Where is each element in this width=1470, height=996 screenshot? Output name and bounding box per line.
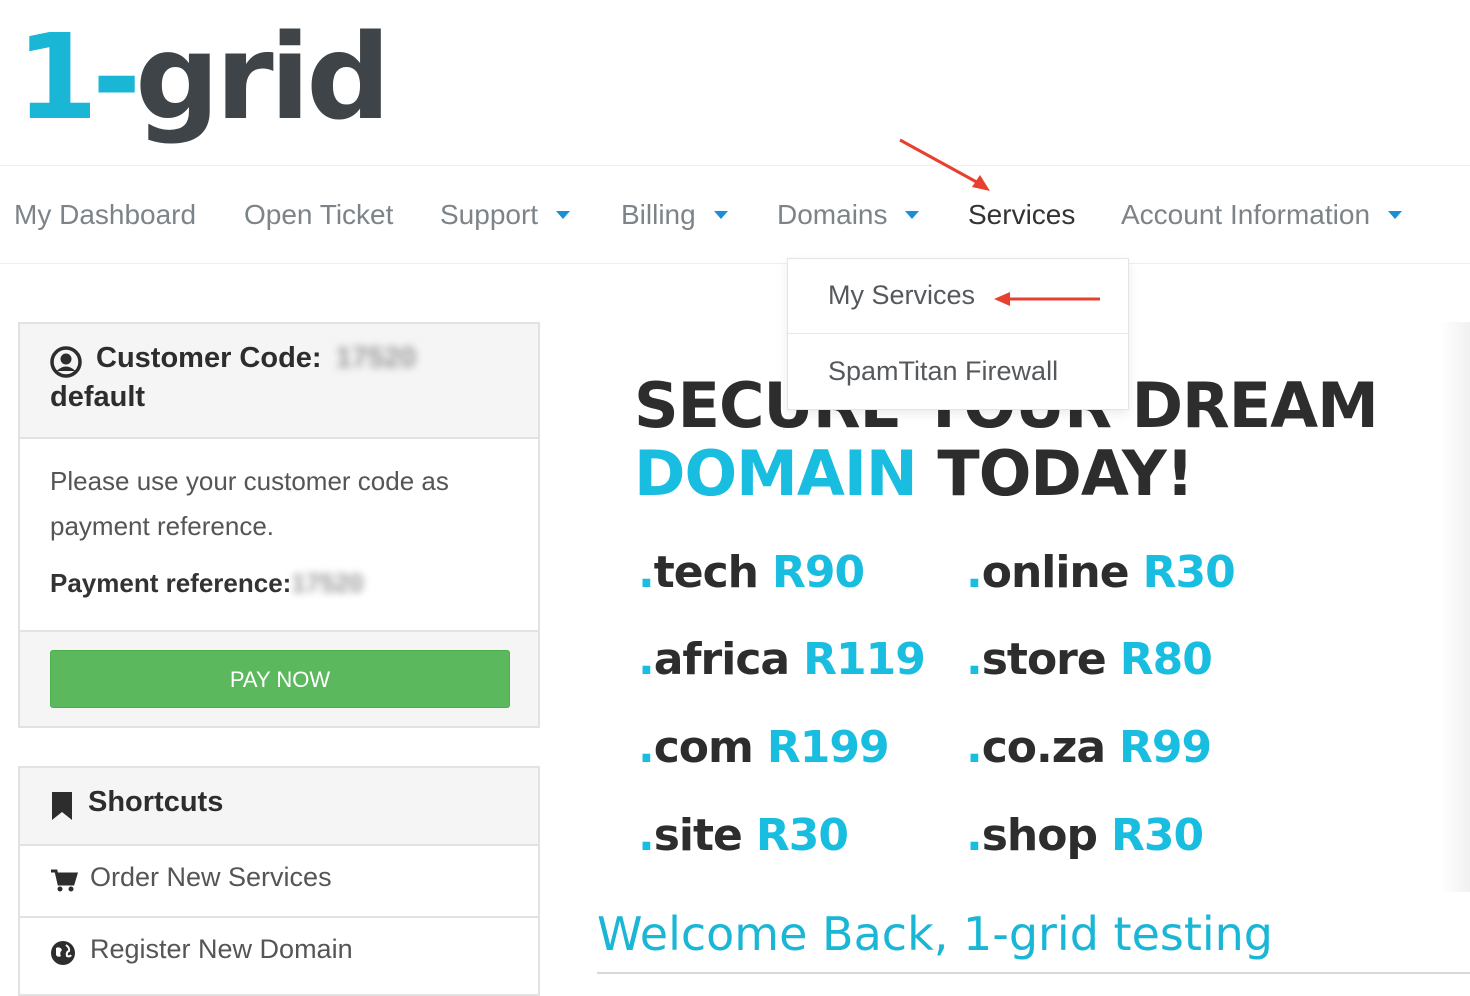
welcome-heading: Welcome Back, 1-grid testing (597, 907, 1274, 961)
user-circle-icon (50, 346, 82, 378)
logo-one: 1- (16, 8, 141, 146)
shortcuts-title: Shortcuts (88, 786, 224, 818)
banner-headline-line2: DOMAIN TODAY! (634, 437, 1194, 510)
price-item: .store R80 (966, 634, 1213, 685)
payment-reference-message: Please use your customer code as payment… (50, 466, 449, 541)
globe-icon (51, 941, 75, 965)
nav-billing[interactable]: Billing (621, 166, 728, 263)
price-item: .shop R30 (966, 810, 1204, 861)
chevron-down-icon (713, 210, 728, 219)
shortcuts-panel: Shortcuts Order New Services Register Ne… (18, 766, 540, 996)
shortcuts-header: Shortcuts (20, 768, 538, 846)
menu-item-spamtitan-firewall[interactable]: SpamTitan Firewall (788, 335, 1128, 409)
annotation-arrow-services (899, 138, 990, 191)
shortcut-register-new-domain[interactable]: Register New Domain (20, 918, 538, 994)
annotation-arrow-my-services (994, 292, 1100, 306)
chevron-down-icon (1388, 210, 1403, 219)
customer-code-title: Customer Code: 17520 (96, 342, 417, 374)
customer-code-header: Customer Code: 17520 default (20, 324, 538, 439)
welcome-underline (597, 972, 1470, 974)
nav-support[interactable]: Support (440, 166, 571, 263)
nav-my-dashboard[interactable]: My Dashboard (14, 166, 196, 263)
chevron-down-icon (556, 210, 571, 219)
customer-code-subtitle: default (50, 381, 146, 413)
customer-code-value: 17520 (335, 342, 417, 374)
cart-icon (51, 869, 78, 892)
price-item: .online R30 (966, 547, 1236, 598)
shortcut-label: Register New Domain (90, 934, 353, 964)
nav-account-information[interactable]: Account Information (1121, 166, 1403, 263)
main-navbar: My Dashboard Open Ticket Support Billing… (0, 165, 1470, 264)
price-item: .com R199 (638, 722, 890, 773)
price-item: .co.za R99 (966, 722, 1212, 773)
chevron-down-icon (905, 210, 920, 219)
price-item: .africa R119 (638, 634, 926, 685)
bookmark-icon (52, 792, 72, 820)
nav-open-ticket[interactable]: Open Ticket (244, 166, 393, 263)
payment-reference-value: 17520 (291, 568, 364, 598)
pay-now-button[interactable]: PAY NOW (50, 650, 510, 708)
services-dropdown-menu: My Services SpamTitan Firewall (787, 258, 1129, 410)
shortcut-order-new-services[interactable]: Order New Services (20, 846, 538, 918)
logo-grid: grid (135, 8, 391, 146)
menu-divider (788, 333, 1128, 334)
shortcut-label: Order New Services (90, 862, 332, 892)
banner-edge (1440, 322, 1470, 892)
brand-logo[interactable]: 1- grid (16, 8, 391, 148)
price-item: .tech R90 (638, 547, 865, 598)
customer-code-panel: Customer Code: 17520 default Please use … (18, 322, 540, 728)
price-item: .site R30 (638, 810, 849, 861)
payment-reference: Payment reference:17520 (50, 568, 364, 598)
